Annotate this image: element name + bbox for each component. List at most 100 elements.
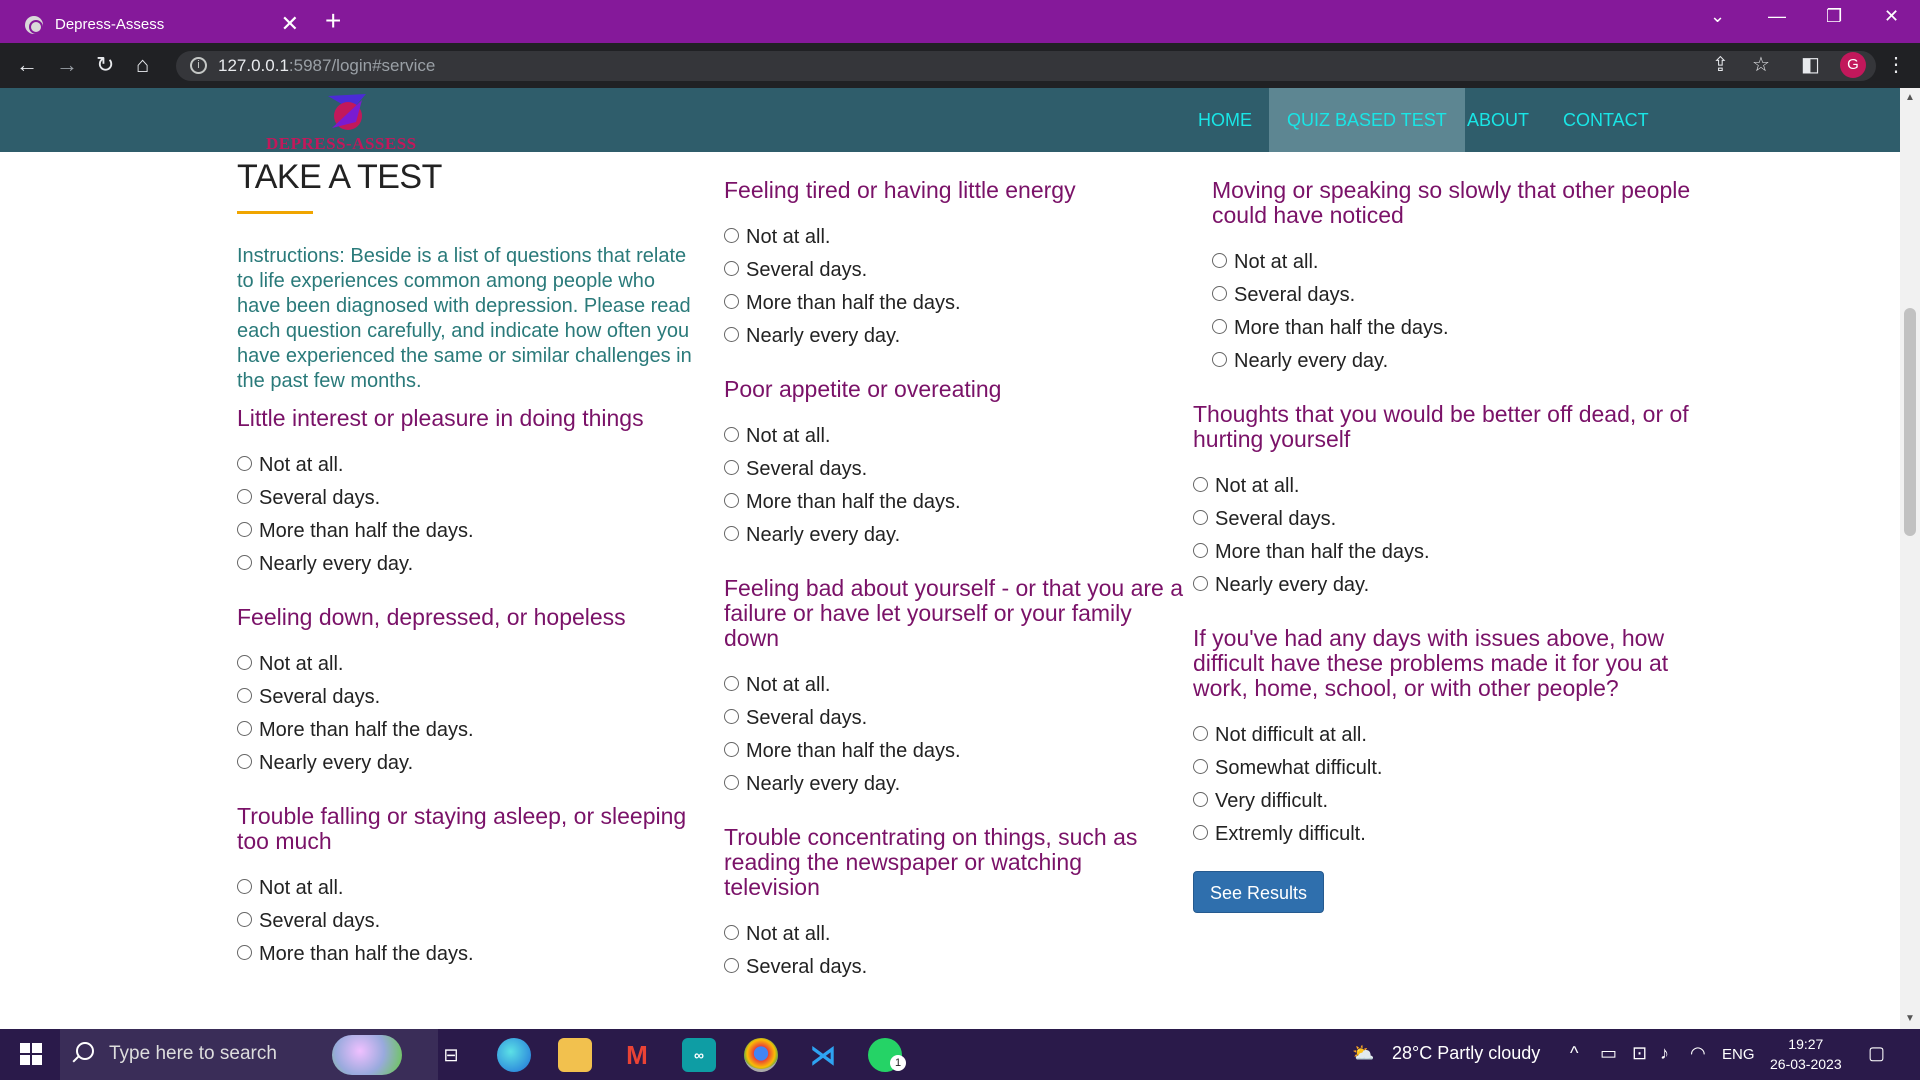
- option-nearly-every-day[interactable]: Nearly every day.: [724, 519, 1184, 552]
- option-nearly-every-day[interactable]: Nearly every day.: [237, 548, 707, 581]
- new-tab-button[interactable]: +: [325, 6, 341, 36]
- option-more-than-half[interactable]: More than half the days.: [724, 287, 1184, 320]
- see-results-button[interactable]: See Results: [1193, 871, 1325, 913]
- reload-icon[interactable]: ↻: [96, 51, 114, 79]
- radio-button[interactable]: [724, 427, 739, 442]
- forward-icon[interactable]: →: [56, 51, 78, 79]
- close-window-icon[interactable]: ✕: [1884, 6, 1899, 27]
- chevron-up-icon[interactable]: ^: [1570, 1043, 1578, 1064]
- radio-button[interactable]: [724, 228, 739, 243]
- radio-button[interactable]: [237, 945, 252, 960]
- option-several-days[interactable]: Several days.: [724, 951, 1184, 984]
- radio-button[interactable]: [1193, 792, 1208, 807]
- bookmark-star-icon[interactable]: ☆: [1752, 51, 1770, 79]
- restore-icon[interactable]: ❐: [1826, 6, 1842, 27]
- radio-button[interactable]: [724, 327, 739, 342]
- radio-button[interactable]: [237, 912, 252, 927]
- option-very-difficult[interactable]: Very difficult.: [1193, 785, 1693, 818]
- option-nearly-every-day[interactable]: Nearly every day.: [1193, 569, 1693, 602]
- radio-button[interactable]: [1212, 352, 1227, 367]
- option-more-than-half[interactable]: More than half the days.: [724, 486, 1184, 519]
- radio-button[interactable]: [237, 688, 252, 703]
- file-explorer-icon[interactable]: [558, 1038, 592, 1072]
- radio-button[interactable]: [724, 493, 739, 508]
- vscode-icon[interactable]: ⋊: [806, 1038, 840, 1072]
- weather-icon[interactable]: ⛅: [1352, 1043, 1374, 1064]
- radio-button[interactable]: [237, 655, 252, 670]
- option-nearly-every-day[interactable]: Nearly every day.: [724, 320, 1184, 353]
- radio-button[interactable]: [237, 721, 252, 736]
- option-nearly-every-day[interactable]: Nearly every day.: [724, 768, 1184, 801]
- option-several-days[interactable]: Several days.: [724, 702, 1184, 735]
- radio-button[interactable]: [237, 879, 252, 894]
- page-scrollbar[interactable]: ▲ ▼: [1900, 88, 1920, 1029]
- edge-icon[interactable]: [497, 1038, 531, 1072]
- radio-button[interactable]: [1212, 253, 1227, 268]
- windows-start-icon[interactable]: [20, 1043, 42, 1065]
- side-panel-icon[interactable]: ◧: [1801, 51, 1820, 79]
- radio-button[interactable]: [1193, 510, 1208, 525]
- option-extremely-difficult[interactable]: Extremly difficult.: [1193, 818, 1693, 851]
- menu-kebab-icon[interactable]: ⋮: [1886, 51, 1906, 79]
- scroll-down-icon[interactable]: ▼: [1905, 1013, 1915, 1024]
- radio-button[interactable]: [1193, 759, 1208, 774]
- option-nearly-every-day[interactable]: Nearly every day.: [237, 747, 707, 780]
- site-info-icon[interactable]: i: [190, 57, 207, 74]
- radio-button[interactable]: [724, 709, 739, 724]
- nav-about[interactable]: ABOUT: [1449, 88, 1547, 152]
- radio-button[interactable]: [724, 261, 739, 276]
- radio-button[interactable]: [237, 754, 252, 769]
- system-clock[interactable]: 19:27 26-03-2023: [1770, 1034, 1842, 1074]
- radio-button[interactable]: [724, 526, 739, 541]
- scroll-up-icon[interactable]: ▲: [1905, 92, 1915, 103]
- option-not-difficult[interactable]: Not difficult at all.: [1193, 719, 1693, 752]
- radio-button[interactable]: [724, 676, 739, 691]
- option-not-at-all[interactable]: Not at all.: [237, 872, 707, 905]
- share-icon[interactable]: ⇪: [1712, 51, 1729, 79]
- taskbar-search[interactable]: Type here to search: [60, 1029, 438, 1080]
- weather-text[interactable]: 28°C Partly cloudy: [1392, 1043, 1540, 1064]
- radio-button[interactable]: [724, 775, 739, 790]
- option-several-days[interactable]: Several days.: [1212, 279, 1693, 312]
- radio-button[interactable]: [724, 958, 739, 973]
- radio-button[interactable]: [237, 456, 252, 471]
- minimize-icon[interactable]: —: [1768, 6, 1786, 27]
- option-more-than-half[interactable]: More than half the days.: [237, 938, 707, 971]
- option-more-than-half[interactable]: More than half the days.: [1212, 312, 1693, 345]
- browser-tab[interactable]: Depress-Assess ✕: [9, 6, 309, 43]
- radio-button[interactable]: [1212, 319, 1227, 334]
- chrome-icon[interactable]: [744, 1038, 778, 1072]
- radio-button[interactable]: [1212, 286, 1227, 301]
- wifi-icon[interactable]: ◠: [1690, 1043, 1706, 1064]
- profile-avatar[interactable]: G: [1840, 52, 1866, 78]
- radio-button[interactable]: [1193, 726, 1208, 741]
- close-tab-icon[interactable]: ✕: [281, 13, 299, 35]
- option-more-than-half[interactable]: More than half the days.: [1193, 536, 1693, 569]
- radio-button[interactable]: [237, 522, 252, 537]
- radio-button[interactable]: [724, 460, 739, 475]
- radio-button[interactable]: [1193, 543, 1208, 558]
- scroll-thumb[interactable]: [1904, 308, 1916, 536]
- option-not-at-all[interactable]: Not at all.: [724, 221, 1184, 254]
- option-somewhat-difficult[interactable]: Somewhat difficult.: [1193, 752, 1693, 785]
- option-not-at-all[interactable]: Not at all.: [237, 449, 707, 482]
- option-several-days[interactable]: Several days.: [237, 482, 707, 515]
- radio-button[interactable]: [724, 742, 739, 757]
- site-logo[interactable]: DEPRESS-ASSESS: [260, 88, 440, 153]
- option-several-days[interactable]: Several days.: [724, 254, 1184, 287]
- radio-button[interactable]: [1193, 576, 1208, 591]
- option-several-days[interactable]: Several days.: [237, 681, 707, 714]
- radio-button[interactable]: [237, 489, 252, 504]
- option-several-days[interactable]: Several days.: [1193, 503, 1693, 536]
- option-not-at-all[interactable]: Not at all.: [1193, 470, 1693, 503]
- address-bar[interactable]: i 127.0.0.1:5987/login#service: [176, 51, 1876, 81]
- option-nearly-every-day[interactable]: Nearly every day.: [1212, 345, 1693, 378]
- chevron-down-icon[interactable]: ⌄: [1710, 6, 1725, 27]
- option-not-at-all[interactable]: Not at all.: [237, 648, 707, 681]
- arduino-icon[interactable]: ∞: [682, 1038, 716, 1072]
- language-indicator[interactable]: ENG: [1722, 1046, 1755, 1063]
- nav-quiz-based-test[interactable]: QUIZ BASED TEST: [1269, 88, 1465, 152]
- radio-button[interactable]: [724, 294, 739, 309]
- option-not-at-all[interactable]: Not at all.: [724, 918, 1184, 951]
- radio-button[interactable]: [724, 925, 739, 940]
